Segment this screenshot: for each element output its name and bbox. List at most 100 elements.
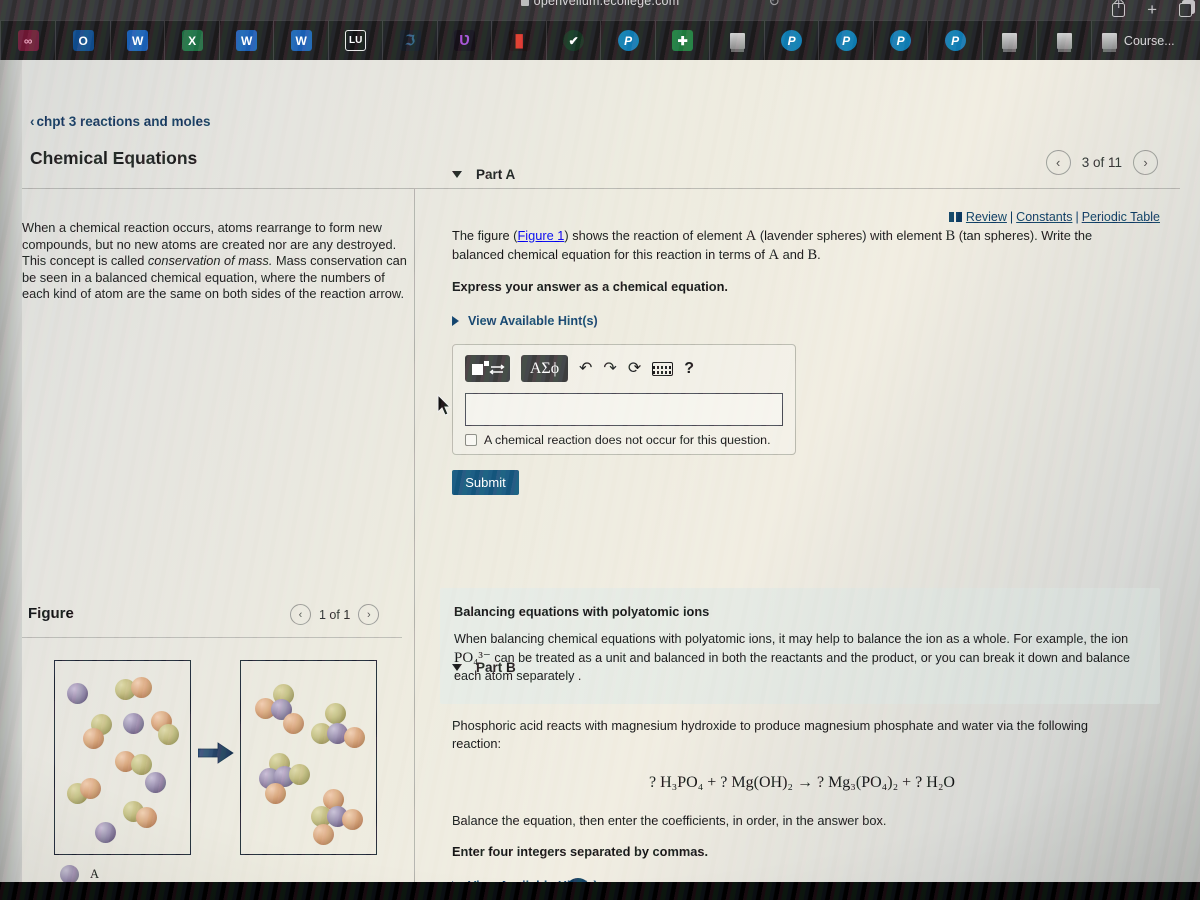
word-2-icon: W (236, 30, 258, 51)
qa-elem-b: B (945, 228, 956, 244)
intro-panel: When a chemical reaction occurs, atoms r… (22, 220, 407, 303)
url-text-row[interactable]: openvellum.ecollege.com (0, 0, 1200, 11)
part-a-hint-label: View Available Hint(s) (468, 314, 598, 328)
undo-icon[interactable]: ↶ (579, 360, 592, 377)
word-3-icon: W (290, 30, 312, 51)
share-icon[interactable] (1112, 2, 1126, 17)
template-icon[interactable] (465, 355, 510, 382)
reaction-figure[interactable] (22, 650, 402, 870)
figure-products-box (240, 660, 377, 855)
atom-sphere (67, 683, 88, 704)
tab-active-course[interactable]: Course... (1091, 21, 1200, 60)
blue-script-icon: ℑ (399, 30, 421, 51)
atom-sphere (342, 809, 363, 830)
tab-doc-tab-1[interactable] (710, 21, 765, 60)
no-reaction-checkbox[interactable] (465, 434, 477, 446)
tab-excel[interactable]: X (165, 21, 220, 60)
purple-w-icon: Ʋ (454, 30, 476, 51)
tab-word-2[interactable]: W (220, 21, 275, 60)
figure-pager: ‹ 1 of 1 › (290, 604, 380, 625)
tab-blue-script[interactable]: ℑ (383, 21, 438, 60)
breadcrumb[interactable]: ‹ chpt 3 reactions and moles (30, 114, 211, 129)
part-a-label: Part A (476, 167, 516, 182)
tab-pearson-5[interactable]: P (928, 21, 983, 60)
info-box-title: Balancing equations with polyatomic ions (454, 604, 710, 619)
no-reaction-checkbox-row[interactable]: A chemical reaction does not occur for t… (465, 433, 783, 447)
part-a-header[interactable]: Part A (452, 167, 1152, 182)
part-a-question: The figure (Figure 1) shows the reaction… (452, 227, 1112, 264)
tab-blank-tab[interactable] (983, 21, 1038, 60)
red-flag-icon: ▮ (508, 30, 530, 51)
tab-lu-university[interactable]: LU (329, 21, 384, 60)
expand-triangle-icon[interactable] (452, 316, 459, 326)
tab-word-1[interactable]: W (111, 21, 166, 60)
submit-button[interactable]: Submit (452, 470, 519, 495)
info-text-1: When balancing chemical equations with p… (454, 632, 1129, 646)
breadcrumb-back-icon[interactable]: ‹ (30, 114, 35, 129)
redo-icon[interactable]: ↷ (603, 360, 616, 377)
word-1-icon: W (127, 30, 149, 51)
reset-icon[interactable]: ⟳ (628, 360, 641, 377)
figure-divider (22, 637, 402, 638)
collapse-triangle-icon-b[interactable] (452, 664, 462, 671)
part-b-header[interactable]: Part B (452, 660, 1152, 675)
collapse-triangle-icon[interactable] (452, 171, 462, 178)
qa-t6: . (817, 246, 821, 262)
tab-pearson-4[interactable]: P (874, 21, 929, 60)
pearson-4-icon: P (890, 30, 912, 51)
atom-sphere (145, 772, 166, 793)
tab-green-shield[interactable]: ✔ (547, 21, 602, 60)
atom-sphere (80, 778, 101, 799)
mouse-cursor (437, 394, 452, 416)
page-left-edge (0, 60, 22, 882)
tab-infinity-app[interactable]: ∞ (0, 21, 57, 60)
lu-university-icon: LU (345, 30, 367, 51)
tab-word-3[interactable]: W (274, 21, 329, 60)
tab-purple-w[interactable]: Ʋ (438, 21, 493, 60)
answer-input[interactable] (465, 393, 783, 426)
pearson-2-icon: P (781, 30, 803, 51)
atom-sphere (313, 824, 334, 845)
tab-pearson-2[interactable]: P (765, 21, 820, 60)
no-reaction-label: A chemical reaction does not occur for t… (484, 433, 771, 447)
qa-elem-b2: B (807, 246, 818, 263)
atom-sphere (131, 677, 152, 698)
atom-sphere (95, 822, 116, 843)
page-body: ‹ chpt 3 reactions and moles Chemical Equ… (0, 60, 1200, 900)
tab-overview-icon[interactable] (1179, 2, 1192, 17)
qa-t2: ) shows the reaction of element (564, 228, 746, 243)
figure-reactants-box (54, 660, 191, 855)
atom-sphere (83, 728, 104, 749)
figure-prev-button[interactable]: ‹ (290, 604, 311, 625)
green-cross-icon: ✚ (672, 30, 694, 51)
atom-sphere (344, 727, 365, 748)
reload-icon[interactable]: ↻ (768, 0, 780, 10)
tab-pearson-1[interactable]: P (601, 21, 656, 60)
figure-1-link[interactable]: Figure 1 (517, 228, 564, 243)
qa-t5: and (779, 246, 808, 262)
green-shield-icon: ✔ (563, 30, 585, 51)
atom-sphere (289, 764, 310, 785)
part-a-answer-panel: ΑΣϕ ↶ ↷ ⟳ ? A chemical reaction does not… (452, 344, 796, 455)
tab-outlook[interactable]: O (56, 21, 111, 60)
keyboard-icon[interactable] (652, 361, 674, 376)
atom-sphere (283, 713, 304, 734)
tab-doc-tab-2[interactable] (1037, 21, 1092, 60)
active-tab-label: Course... (1123, 33, 1175, 48)
figure-next-button[interactable]: › (358, 604, 380, 625)
atom-sphere (131, 754, 152, 775)
new-tab-icon[interactable]: + (1147, 1, 1157, 18)
tab-green-cross[interactable]: ✚ (656, 21, 711, 60)
screen-bottom-bezel (0, 882, 1200, 900)
atom-sphere (158, 724, 179, 745)
help-icon[interactable]: ? (684, 360, 694, 377)
breadcrumb-label: chpt 3 reactions and moles (36, 114, 211, 129)
tab-red-flag[interactable]: ▮ (492, 21, 547, 60)
part-b-question: Phosphoric acid reacts with magnesium hy… (452, 718, 1088, 751)
url-text: openvellum.ecollege.com (533, 0, 680, 8)
tab-pearson-3[interactable]: P (819, 21, 874, 60)
page-title: Chemical Equations (30, 148, 198, 168)
greek-symbols-button[interactable]: ΑΣϕ (521, 355, 568, 382)
part-a-hint-toggle[interactable]: View Available Hint(s) (452, 314, 1152, 328)
legend-label: A (90, 867, 100, 881)
